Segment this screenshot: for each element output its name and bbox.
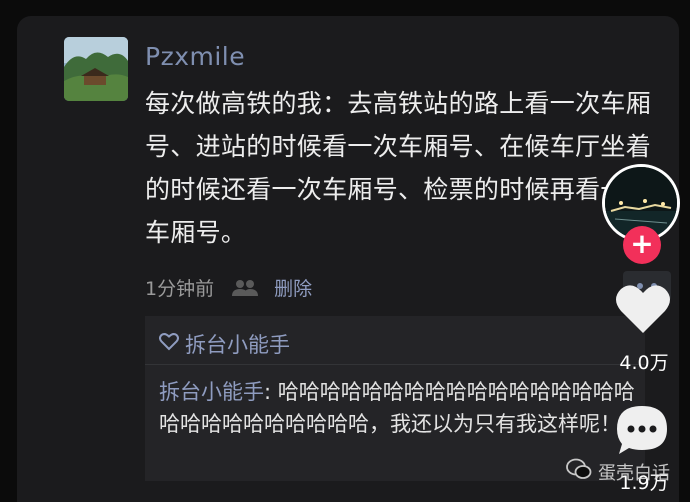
interaction-box: 拆台小能手 拆台小能手: 哈哈哈哈哈哈哈哈哈哈哈哈哈哈哈哈哈哈哈哈哈哈哈哈哈哈哈… [145,316,645,481]
friends-icon [232,279,259,297]
divider [145,364,645,365]
user-avatar[interactable] [64,37,128,101]
watermark: 蛋壳白话 [566,458,670,485]
likes-row: 拆台小能手 [159,329,290,359]
delete-button[interactable]: 删除 [274,274,312,301]
like-user-name[interactable]: 拆台小能手 [185,329,290,359]
heart-outline-icon [159,332,179,356]
comment-time: 1分钟前 [145,278,215,300]
comment-meta: 1分钟前 删除 [145,274,312,301]
reply-separator: : [264,380,278,404]
comment-card: Pzxmile 每次做高铁的我：去高铁站的路上看一次车厢号、进站的时候看一次车厢… [17,16,679,502]
comment-icon[interactable] [613,402,671,462]
comment-text: 每次做高铁的我：去高铁站的路上看一次车厢号、进站的时候看一次车厢号、在候车厅坐着… [145,89,652,247]
reply-item[interactable]: 拆台小能手: 哈哈哈哈哈哈哈哈哈哈哈哈哈哈哈哈哈哈哈哈哈哈哈哈哈哈哈，我还以为只… [159,376,639,440]
reply-author[interactable]: 拆台小能手 [159,380,264,404]
follow-button[interactable]: + [623,226,661,264]
watermark-text: 蛋壳白话 [598,462,670,484]
comment-username[interactable]: Pzxmile [145,42,245,71]
wechat-icon [566,458,592,485]
heart-icon[interactable] [615,283,671,339]
like-count: 4.0万 [619,352,669,374]
